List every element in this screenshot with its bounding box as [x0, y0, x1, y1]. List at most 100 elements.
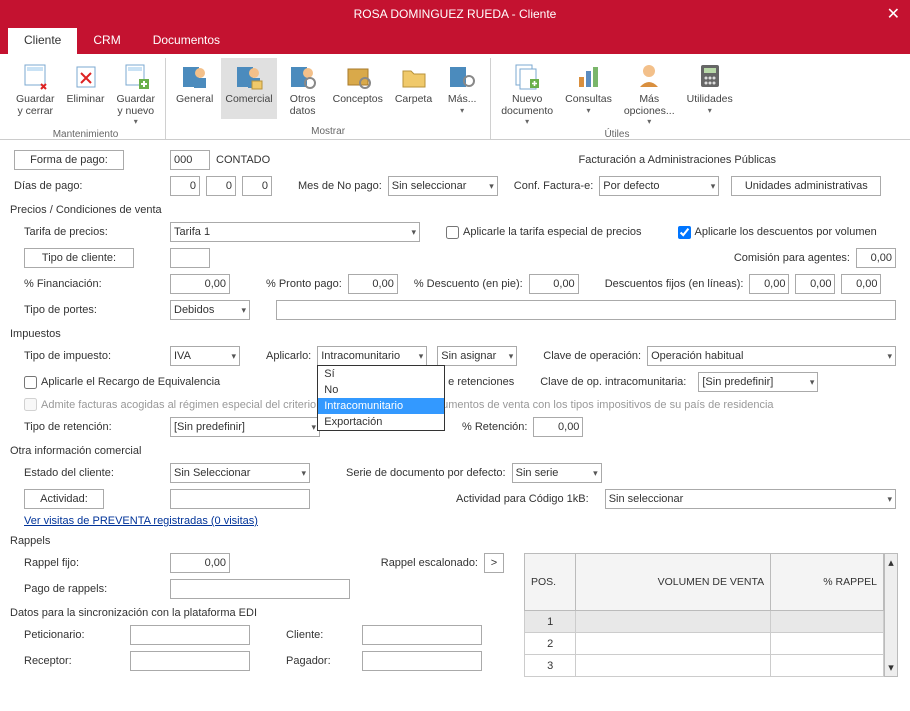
admite-tail: umentos de venta con los tipos impositiv… — [442, 399, 773, 411]
forma-pago-button[interactable]: Forma de pago: — [14, 150, 124, 170]
otros-button[interactable]: Otros datos — [281, 58, 325, 119]
close-icon[interactable]: ✕ — [887, 4, 900, 24]
serie-select[interactable]: Sin serie — [512, 463, 602, 483]
dd-opt-intra[interactable]: Intracomunitario — [318, 398, 444, 414]
chk-recargo[interactable]: Aplicarle el Recargo de Equivalencia — [24, 376, 220, 389]
chevron-down-icon: ▾ — [708, 107, 712, 116]
scrollbar[interactable]: ▴▾ — [884, 553, 898, 677]
df1-field[interactable] — [749, 274, 789, 294]
dd-opt-si[interactable]: Sí — [318, 366, 444, 382]
edi-header: Datos para la sincronización con la plat… — [10, 607, 504, 619]
portes-text[interactable] — [276, 300, 896, 320]
rappel-esc-button[interactable]: > — [484, 553, 504, 573]
preventa-link[interactable]: Ver visitas de PREVENTA registradas (0 v… — [24, 515, 258, 527]
df2-field[interactable] — [795, 274, 835, 294]
clave-intra-select[interactable]: [Sin predefinir] — [698, 372, 818, 392]
sin-asignar-select[interactable]: Sin asignar — [437, 346, 517, 366]
mes-no-label: Mes de No pago: — [298, 180, 382, 192]
precios-header: Precios / Condiciones de venta — [10, 204, 896, 216]
pronto-label: % Pronto pago: — [266, 278, 342, 290]
clave-op-select[interactable]: Operación habitual — [647, 346, 896, 366]
table-row[interactable]: 1 — [525, 611, 884, 633]
dd-opt-export[interactable]: Exportación — [318, 414, 444, 430]
table-row[interactable]: 3 — [525, 655, 884, 677]
unidades-admin-button[interactable]: Unidades administrativas — [731, 176, 881, 196]
tipo-ret-select[interactable]: [Sin predefinir] — [170, 417, 320, 437]
pago-rappels-label: Pago de rappels: — [24, 583, 164, 595]
chk-admite: Admite facturas acogidas al régimen espe… — [24, 398, 316, 411]
forma-pago-text: CONTADO — [216, 154, 270, 166]
chk-tarifa-especial[interactable]: Aplicarle la tarifa especial de precios — [446, 226, 642, 239]
rappel-esc-label: Rappel escalonado: — [381, 557, 478, 569]
calculator-icon — [694, 60, 726, 92]
comercial-button[interactable]: Comercial — [221, 58, 276, 119]
dia1-field[interactable] — [170, 176, 200, 196]
pct-ret-field[interactable] — [533, 417, 583, 437]
tarifa-select[interactable]: Tarifa 1 — [170, 222, 420, 242]
consultas-button[interactable]: Consultas▾ — [561, 58, 616, 129]
tab-cliente[interactable]: Cliente — [8, 28, 77, 54]
impuestos-header: Impuestos — [10, 328, 896, 340]
receptor-field[interactable] — [130, 651, 250, 671]
pronto-field[interactable] — [348, 274, 398, 294]
otra-header: Otra información comercial — [10, 445, 896, 457]
retenciones-partial: e retenciones — [448, 376, 514, 388]
pago-rappels-field[interactable] — [170, 579, 350, 599]
ribbon-group-utiles: Nuevo documento▾ Consultas▾ Más opciones… — [491, 58, 743, 139]
pagador-label: Pagador: — [286, 655, 356, 667]
tipo-cliente-field[interactable] — [170, 248, 210, 268]
person-gear2-icon — [446, 60, 478, 92]
rappel-fijo-field[interactable] — [170, 553, 230, 573]
receptor-label: Receptor: — [24, 655, 124, 667]
utilidades-button[interactable]: Utilidades▾ — [683, 58, 737, 129]
mes-no-select[interactable]: Sin seleccionar — [388, 176, 498, 196]
person-icon — [179, 60, 211, 92]
df3-field[interactable] — [841, 274, 881, 294]
nuevo-doc-button[interactable]: Nuevo documento▾ — [497, 58, 557, 129]
portes-label: Tipo de portes: — [24, 304, 164, 316]
dd-opt-no[interactable]: No — [318, 382, 444, 398]
chk-desc-volumen[interactable]: Aplicarle los descuentos por volumen — [678, 226, 877, 239]
tipo-cliente-button[interactable]: Tipo de cliente: — [24, 248, 134, 268]
save-new-icon — [120, 60, 152, 92]
new-doc-icon — [511, 60, 543, 92]
dia2-field[interactable] — [206, 176, 236, 196]
carpeta-button[interactable]: Carpeta — [391, 58, 436, 119]
save-new-button[interactable]: Guardar y nuevo▾ — [112, 58, 159, 129]
cliente-field[interactable] — [362, 625, 482, 645]
descuento-field[interactable] — [529, 274, 579, 294]
conceptos-button[interactable]: Conceptos — [329, 58, 387, 119]
general-button[interactable]: General — [172, 58, 217, 119]
chevron-down-icon: ▾ — [647, 118, 651, 127]
actividad-button[interactable]: Actividad: — [24, 489, 104, 509]
comision-label: Comisión para agentes: — [734, 252, 850, 264]
tab-documentos[interactable]: Documentos — [137, 28, 236, 54]
actividad-field[interactable] — [170, 489, 310, 509]
dia3-field[interactable] — [242, 176, 272, 196]
conf-factura-select[interactable]: Por defecto — [599, 176, 719, 196]
peticionario-label: Peticionario: — [24, 629, 124, 641]
portes-select[interactable]: Debidos — [170, 300, 250, 320]
aplicarlo-select[interactable]: Intracomunitario — [317, 346, 427, 366]
tab-crm[interactable]: CRM — [77, 28, 136, 54]
save-close-icon — [19, 60, 51, 92]
estado-select[interactable]: Sin Seleccionar — [170, 463, 310, 483]
pagador-field[interactable] — [362, 651, 482, 671]
mas-button[interactable]: Más...▾ — [440, 58, 484, 119]
fact-admin-label: Facturación a Administraciones Públicas — [579, 154, 776, 166]
act-1kb-select[interactable]: Sin seleccionar — [605, 489, 896, 509]
delete-button[interactable]: Eliminar — [63, 58, 109, 129]
folder-icon — [398, 60, 430, 92]
comision-field[interactable] — [856, 248, 896, 268]
forma-pago-code[interactable] — [170, 150, 210, 170]
descuento-label: % Descuento (en pie): — [414, 278, 523, 290]
mas-opciones-button[interactable]: Más opciones...▾ — [620, 58, 679, 129]
table-row[interactable]: 2 — [525, 633, 884, 655]
main-tabs: Cliente CRM Documentos — [0, 28, 910, 54]
peticionario-field[interactable] — [130, 625, 250, 645]
col-vol: VOLUMEN DE VENTA — [576, 554, 771, 611]
save-close-button[interactable]: Guardar y cerrar — [12, 58, 59, 129]
clave-intra-label: Clave de op. intracomunitaria: — [540, 376, 686, 388]
tipo-impuesto-select[interactable]: IVA — [170, 346, 240, 366]
financiacion-field[interactable] — [170, 274, 230, 294]
